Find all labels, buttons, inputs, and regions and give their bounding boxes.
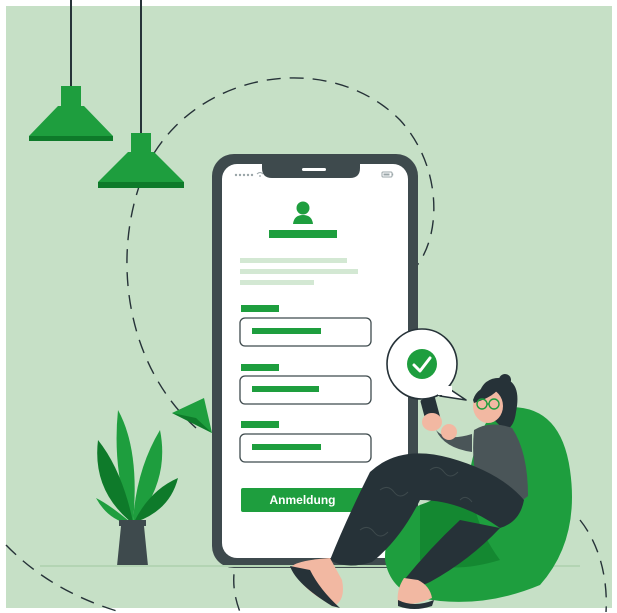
input-value-placeholder bbox=[252, 444, 321, 450]
description-line bbox=[240, 258, 347, 263]
login-illustration: Anmeldung bbox=[5, 0, 612, 613]
field-label bbox=[241, 305, 279, 312]
login-button[interactable]: Anmeldung bbox=[241, 488, 364, 512]
login-button-label: Anmeldung bbox=[270, 493, 336, 507]
input-value-placeholder bbox=[252, 386, 319, 392]
description-line bbox=[240, 280, 314, 285]
field-label bbox=[241, 364, 279, 371]
form-title bbox=[269, 230, 337, 238]
field-label bbox=[241, 421, 279, 428]
phone-speaker bbox=[302, 168, 326, 171]
description-line bbox=[240, 269, 358, 274]
input-value-placeholder bbox=[252, 328, 321, 334]
